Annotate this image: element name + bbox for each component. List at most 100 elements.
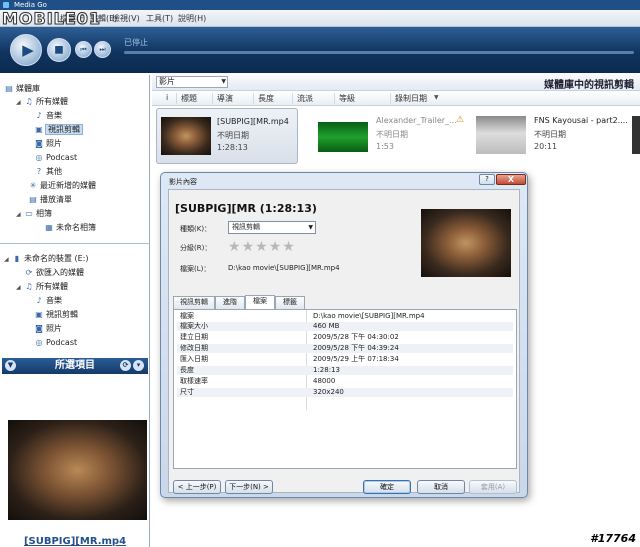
camera-icon: ◙ [35, 324, 43, 333]
selected-items-header: ▼ 所選項目 ⟳ ▾ [2, 358, 148, 374]
sidebar-item-photos[interactable]: ◙ 照片 [34, 138, 62, 150]
video-title: Alexander_Trailer_... [376, 116, 457, 125]
property-row: 長度 1:28:13 [177, 366, 513, 375]
close-button[interactable]: X [496, 174, 526, 185]
rating-label: 分級(R)： [180, 244, 212, 252]
previous-button[interactable]: < 上一步(P) [173, 480, 221, 494]
library-icon: ▤ [5, 84, 13, 93]
device-icon: ▮ [14, 254, 20, 263]
sidebar-item-device[interactable]: ◢ ▮ 未命名的裝置 (E:) [4, 253, 89, 265]
property-row: 檔案大小 460 MB [177, 322, 513, 331]
tab-advanced[interactable]: 進階 [215, 296, 245, 309]
import-icon: ⟳ [25, 268, 33, 277]
sidebar-item-device-imported[interactable]: ⟳ 欲匯入的媒體 [24, 267, 84, 279]
music-icon: ♪ [36, 111, 42, 120]
playback-status: 已停止 [124, 38, 148, 47]
sidebar-item-other[interactable]: ? 其他 [34, 166, 62, 178]
sidebar-item-video[interactable]: ▣ 視訊剪輯 [34, 124, 83, 136]
play-button[interactable]: ▶ [10, 34, 42, 66]
video-date: 不明日期 [534, 130, 566, 139]
selected-items-title: 所選項目 [55, 360, 95, 371]
sidebar-item-all-media[interactable]: ◢ ♫ 所有媒體 [16, 96, 68, 108]
property-row: 取樣速率 48000 [180, 377, 336, 385]
column-rating[interactable]: 等級 [334, 93, 355, 104]
video-date: 不明日期 [217, 131, 249, 140]
video-thumbnail-partial [632, 116, 640, 154]
sidebar-item-music[interactable]: ♪ 音樂 [34, 110, 62, 122]
tab-file[interactable]: 檔案 [245, 295, 275, 310]
tab-video-clip[interactable]: 視訊剪輯 [173, 296, 215, 309]
ok-button[interactable]: 確定 [363, 480, 411, 494]
star-icon[interactable]: ★ [282, 239, 295, 255]
sparkle-icon: ✳ [29, 181, 37, 190]
video-tile[interactable]: Alexander_Trailer_... ⚠ 不明日期 1:53 [314, 108, 466, 164]
sidebar-item-device-music[interactable]: ♪ 音樂 [34, 295, 62, 307]
dialog-video-thumbnail [421, 209, 511, 277]
genre-select[interactable]: 視訊剪輯 ▼ [228, 221, 316, 234]
sidebar-item-podcast[interactable]: ◎ Podcast [34, 152, 78, 164]
stop-button[interactable]: ■ [47, 38, 71, 62]
property-row: 檔案 D:\kao movie\[SUBPIG][MR.mp4 [180, 312, 425, 320]
watermark-logo: MOBILE01 [1, 9, 102, 29]
video-tile[interactable]: [SUBPIG][MR.mp4 不明日期 1:28:13 [156, 108, 298, 164]
star-icon[interactable]: ★ [242, 239, 255, 255]
genre-label: 種類(K)： [180, 225, 212, 233]
menu-help[interactable]: 說明(H) [178, 13, 206, 24]
seek-bar[interactable] [124, 51, 634, 54]
sidebar-item-unnamed-album[interactable]: ▦ 未命名相簿 [44, 222, 96, 234]
column-length[interactable]: 長度 [253, 93, 274, 104]
music-icon: ♪ [36, 296, 42, 305]
podcast-icon: ◎ [35, 338, 43, 347]
column-director[interactable]: 導演 [212, 93, 233, 104]
property-row: 建立日期 2009/5/28 下午 04:30:02 [180, 333, 399, 341]
next-icon: ⏭ [99, 45, 106, 53]
star-icon[interactable]: ★ [228, 239, 241, 255]
sidebar-item-device-podcast[interactable]: ◎ Podcast [34, 337, 78, 349]
sidebar-item-device-video[interactable]: ▣ 視訊剪輯 [34, 309, 78, 321]
question-icon: ? [36, 167, 42, 176]
sidebar-item-albums[interactable]: ◢ ▭ 相簿 [16, 208, 52, 220]
menu-view[interactable]: 檢視(V) [112, 13, 140, 24]
film-icon: ▣ [35, 125, 43, 134]
file-path: D:\kao movie\[SUBPIG][MR.mp4 [228, 264, 340, 272]
dialog-body: [SUBPIG][MR (1:28:13) 種類(K)： 視訊剪輯 ▼ 分級(R… [168, 189, 520, 494]
collapse-triangle-icon: ◢ [16, 211, 21, 218]
column-title[interactable]: 標題 [176, 93, 197, 104]
media-icon: ♫ [25, 97, 33, 106]
refresh-icon[interactable]: ⟳ [120, 360, 131, 371]
menu-tools[interactable]: 工具(T) [146, 13, 173, 24]
cancel-button[interactable]: 取消 [417, 480, 465, 494]
video-title: [SUBPIG][MR.mp4 [217, 117, 289, 126]
help-button[interactable]: ? [479, 174, 495, 185]
selected-video-filename[interactable]: [SUBPIG][MR.mp4 [0, 536, 150, 547]
sidebar-item-device-all-media[interactable]: ◢ ♫ 所有媒體 [16, 281, 68, 293]
previous-button[interactable]: ⏮ [75, 41, 92, 58]
star-icon[interactable]: ★ [269, 239, 282, 255]
rating-stars[interactable]: ★★★★★ [228, 239, 296, 255]
video-tile[interactable]: FNS Kayousai - part2.... 不明日期 20:11 [474, 108, 640, 164]
tab-tags[interactable]: 標籤 [275, 296, 305, 309]
column-info[interactable]: i [162, 93, 168, 104]
next-button[interactable]: 下一步(N) > [225, 480, 273, 494]
video-title: FNS Kayousai - part2.... [534, 116, 628, 125]
sidebar-item-playlists[interactable]: ▤ 播放清單 [28, 194, 72, 206]
collapse-triangle-icon: ◢ [4, 256, 9, 263]
chevron-down-icon: ▼ [308, 224, 313, 231]
app-icon [3, 2, 9, 8]
camera-icon: ◙ [35, 139, 43, 148]
collapse-icon[interactable]: ▼ [5, 360, 16, 371]
sidebar-item-device-photos[interactable]: ◙ 照片 [34, 323, 62, 335]
column-recorded-date[interactable]: 錄制日期 [390, 93, 427, 104]
media-type-select[interactable]: 影片 ▼ [156, 76, 228, 88]
dialog-heading: [SUBPIG][MR (1:28:13) [175, 202, 317, 215]
dropdown-icon[interactable]: ▾ [133, 360, 144, 371]
video-thumbnail [476, 116, 526, 154]
watermark-id: #17764 [590, 532, 636, 545]
sidebar-item-recent[interactable]: ✳ 最近新增的媒體 [28, 180, 96, 192]
sidebar-item-library[interactable]: ▤ 媒體庫 [4, 83, 40, 95]
star-icon[interactable]: ★ [255, 239, 268, 255]
column-genre[interactable]: 流派 [292, 93, 313, 104]
apply-button[interactable]: 套用(A) [469, 480, 517, 494]
next-button[interactable]: ⏭ [94, 41, 111, 58]
chevron-down-icon: ▼ [221, 78, 226, 85]
